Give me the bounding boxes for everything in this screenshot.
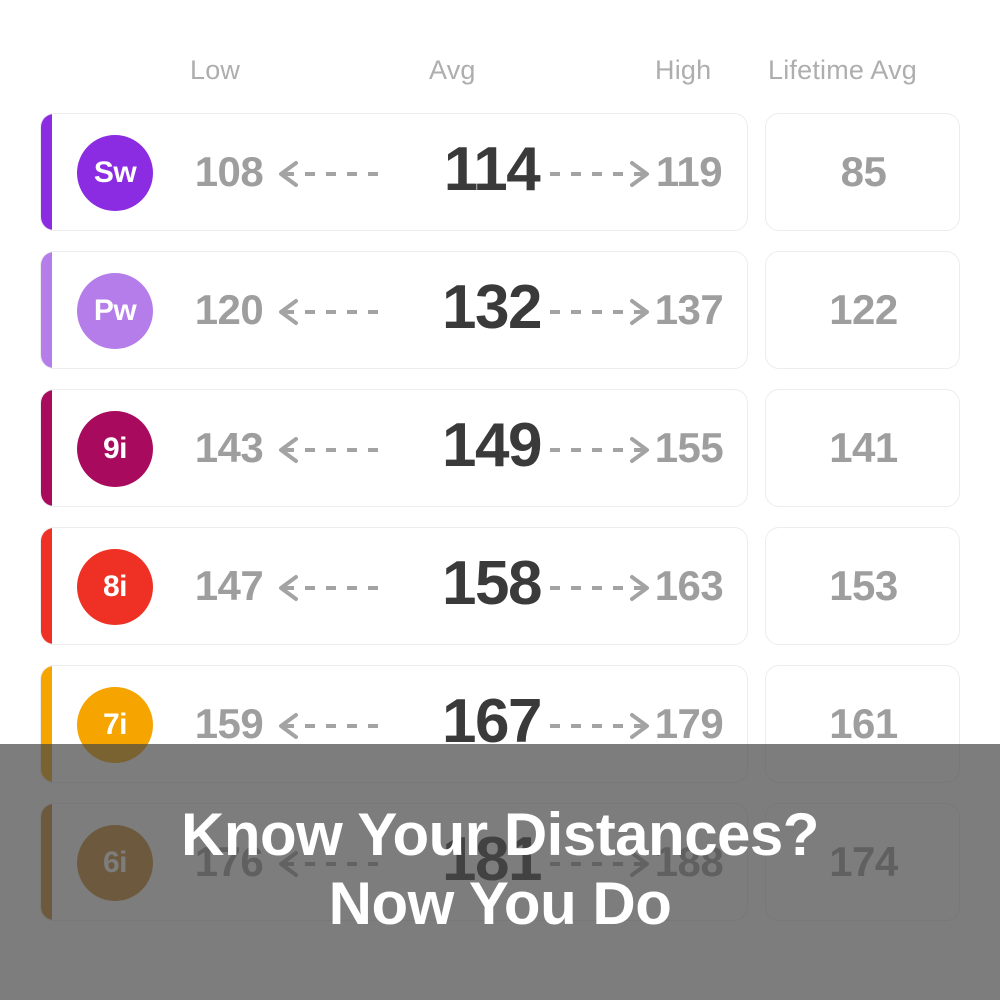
club-badge-label: Sw <box>93 156 137 189</box>
low-value: 143 <box>194 424 264 471</box>
high-value: 119 <box>655 148 723 195</box>
arrow-left-icon <box>274 435 384 465</box>
high-value: 179 <box>654 700 724 747</box>
header-lifetime-avg: Lifetime Avg <box>768 55 917 85</box>
arrow-left-icon <box>274 711 384 741</box>
high-value: 137 <box>654 286 724 333</box>
low-value: 147 <box>194 562 264 609</box>
table-row[interactable]: Pw 120 132 137 122 <box>0 251 1000 369</box>
club-badge-label: 8i <box>102 570 128 603</box>
lifetime-avg-card[interactable]: 122 <box>765 251 960 369</box>
header-low: Low <box>190 55 241 85</box>
lifetime-avg-value: 141 <box>829 424 898 471</box>
overlay-scrim <box>0 744 1000 1000</box>
club-color-accent-bar <box>41 114 52 230</box>
club-color-accent-bar <box>41 252 52 368</box>
club-badge-label: 9i <box>102 432 128 465</box>
club-distances-screen: Low Avg High Lifetime Avg Sw 108 114 119 85 P… <box>0 0 1000 1000</box>
arrow-left-icon <box>274 159 384 189</box>
club-badge-label: Pw <box>93 294 137 327</box>
lifetime-avg-card[interactable]: 85 <box>765 113 960 231</box>
club-badge: Pw <box>77 273 153 349</box>
lifetime-avg-value: 153 <box>829 562 898 609</box>
lifetime-avg-value: 161 <box>829 700 898 747</box>
club-distance-card[interactable]: Pw 120 132 137 <box>40 251 748 369</box>
table-row[interactable]: 8i 147 158 163 153 <box>0 527 1000 645</box>
header-avg: Avg <box>429 55 476 85</box>
club-badge: 8i <box>77 549 153 625</box>
club-badge: Sw <box>77 135 153 211</box>
low-value: 120 <box>194 286 264 333</box>
club-badge-label: 7i <box>102 708 128 741</box>
lifetime-avg-card[interactable]: 153 <box>765 527 960 645</box>
club-distance-card[interactable]: 9i 143 149 155 <box>40 389 748 507</box>
low-value: 159 <box>194 700 264 747</box>
column-headers: Low Avg High Lifetime Avg <box>0 55 1000 95</box>
table-row[interactable]: 9i 143 149 155 141 <box>0 389 1000 507</box>
lifetime-avg-value: 122 <box>829 286 898 333</box>
high-value: 155 <box>654 424 724 471</box>
club-badge: 9i <box>77 411 153 487</box>
club-distance-card[interactable]: Sw 108 114 119 <box>40 113 748 231</box>
low-value: 108 <box>194 148 264 195</box>
arrow-left-icon <box>274 573 384 603</box>
club-color-accent-bar <box>41 390 52 506</box>
club-color-accent-bar <box>41 528 52 644</box>
header-high: High <box>655 55 712 85</box>
high-value: 163 <box>654 562 724 609</box>
lifetime-avg-card[interactable]: 141 <box>765 389 960 507</box>
table-row[interactable]: Sw 108 114 119 85 <box>0 113 1000 231</box>
lifetime-avg-value: 85 <box>840 148 887 195</box>
arrow-left-icon <box>274 297 384 327</box>
club-distance-card[interactable]: 8i 147 158 163 <box>40 527 748 645</box>
